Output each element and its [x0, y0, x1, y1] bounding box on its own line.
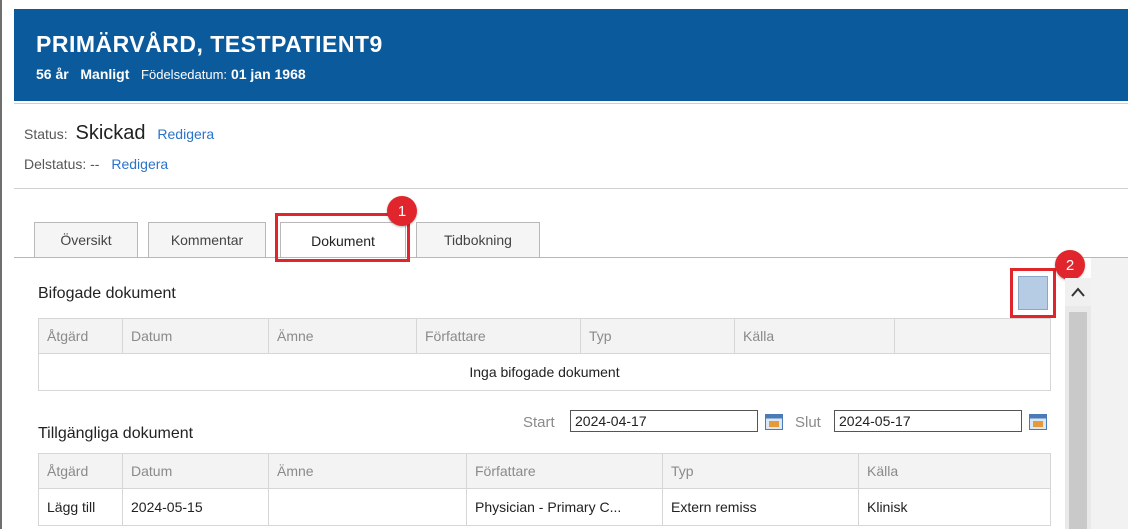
substatus-value: -- — [90, 156, 100, 172]
tab-kommentar[interactable]: Kommentar — [148, 222, 266, 257]
table-row: Lägg till 2024-05-15 Physician - Primary… — [38, 488, 1051, 526]
substatus-edit-link[interactable]: Redigera — [111, 156, 168, 172]
app-window: PRIMÄRVÅRD, TESTPATIENT9 56 år Manligt F… — [0, 0, 1128, 529]
dob-label: Födelsedatum: — [141, 67, 228, 82]
attached-docs-table: Åtgärd Datum Ämne Författare Typ Källa I… — [38, 318, 1051, 391]
document-view-icon[interactable] — [1018, 276, 1048, 310]
calendar-icon[interactable] — [1029, 414, 1047, 430]
end-date-label: Slut — [795, 414, 821, 431]
start-date-label: Start — [523, 414, 555, 431]
tab-label: Kommentar — [170, 232, 244, 248]
callout-badge-2: 2 — [1055, 250, 1085, 280]
status-label: Status: — [24, 126, 68, 142]
available-docs-title: Tillgängliga dokument — [38, 425, 194, 442]
chevron-up-icon — [1071, 287, 1085, 297]
col-header[interactable]: Ämne — [268, 318, 417, 354]
vertical-scrollbar[interactable] — [1065, 278, 1091, 529]
tab-label: Dokument — [311, 232, 375, 249]
tab-underline — [14, 257, 1128, 258]
start-date-input[interactable]: 2024-04-17 — [570, 410, 758, 432]
col-header[interactable]: Ämne — [268, 453, 467, 489]
substatus-label: Delstatus: — [24, 156, 87, 172]
col-header[interactable]: Typ — [580, 318, 735, 354]
col-header[interactable]: Åtgärd — [38, 453, 123, 489]
attached-docs-title: Bifogade dokument — [38, 285, 176, 302]
status-row: Status: Skickad Redigera — [24, 122, 214, 145]
col-header-empty — [894, 318, 1051, 354]
cell-date: 2024-05-15 — [122, 488, 269, 526]
col-header[interactable]: Datum — [122, 453, 269, 489]
status-value: Skickad — [75, 122, 146, 144]
cell-source: Klinisk — [858, 488, 1051, 526]
cell-subject — [268, 488, 467, 526]
patient-meta: 56 år Manligt Födelsedatum: 01 jan 1968 — [36, 66, 306, 82]
patient-banner: PRIMÄRVÅRD, TESTPATIENT9 56 år Manligt F… — [14, 9, 1128, 101]
end-date-input[interactable]: 2024-05-17 — [834, 410, 1022, 432]
cell-type: Extern remiss — [662, 488, 859, 526]
patient-age: 56 år — [36, 66, 69, 82]
calendar-icon[interactable] — [765, 414, 783, 430]
tab-dokument[interactable]: Dokument — [280, 222, 406, 258]
empty-message: Inga bifogade dokument — [38, 353, 1051, 391]
patient-gender: Manligt — [80, 66, 130, 82]
divider — [14, 188, 1128, 189]
tab-label: Tidbokning — [444, 232, 512, 248]
available-docs-table: Åtgärd Datum Ämne Författare Typ Källa L… — [38, 453, 1051, 526]
col-header[interactable]: Författare — [416, 318, 581, 354]
tab-tidbokning[interactable]: Tidbokning — [416, 222, 540, 257]
patient-dob: 01 jan 1968 — [230, 66, 306, 82]
patient-name: PRIMÄRVÅRD, TESTPATIENT9 — [36, 31, 383, 57]
scroll-thumb[interactable] — [1069, 312, 1087, 529]
side-panel — [1091, 258, 1128, 529]
substatus-row: Delstatus: -- Redigera — [24, 156, 168, 172]
cell-author: Physician - Primary C... — [466, 488, 663, 526]
col-header[interactable]: Författare — [466, 453, 663, 489]
tab-label: Översikt — [60, 232, 112, 248]
table-header-row: Åtgärd Datum Ämne Författare Typ Källa — [38, 318, 1051, 354]
table-row: Inga bifogade dokument — [38, 353, 1051, 391]
col-header[interactable]: Källa — [734, 318, 895, 354]
table-header-row: Åtgärd Datum Ämne Författare Typ Källa — [38, 453, 1051, 489]
callout-badge-1: 1 — [387, 196, 417, 226]
add-document-link[interactable]: Lägg till — [38, 488, 123, 526]
status-edit-link[interactable]: Redigera — [157, 126, 214, 142]
divider — [14, 103, 1128, 104]
col-header[interactable]: Typ — [662, 453, 859, 489]
window-edge — [0, 0, 2, 529]
tab-oversikt[interactable]: Översikt — [34, 222, 138, 257]
col-header[interactable]: Åtgärd — [38, 318, 123, 354]
col-header[interactable]: Datum — [122, 318, 269, 354]
col-header[interactable]: Källa — [858, 453, 1051, 489]
scroll-up-button[interactable] — [1065, 278, 1091, 306]
